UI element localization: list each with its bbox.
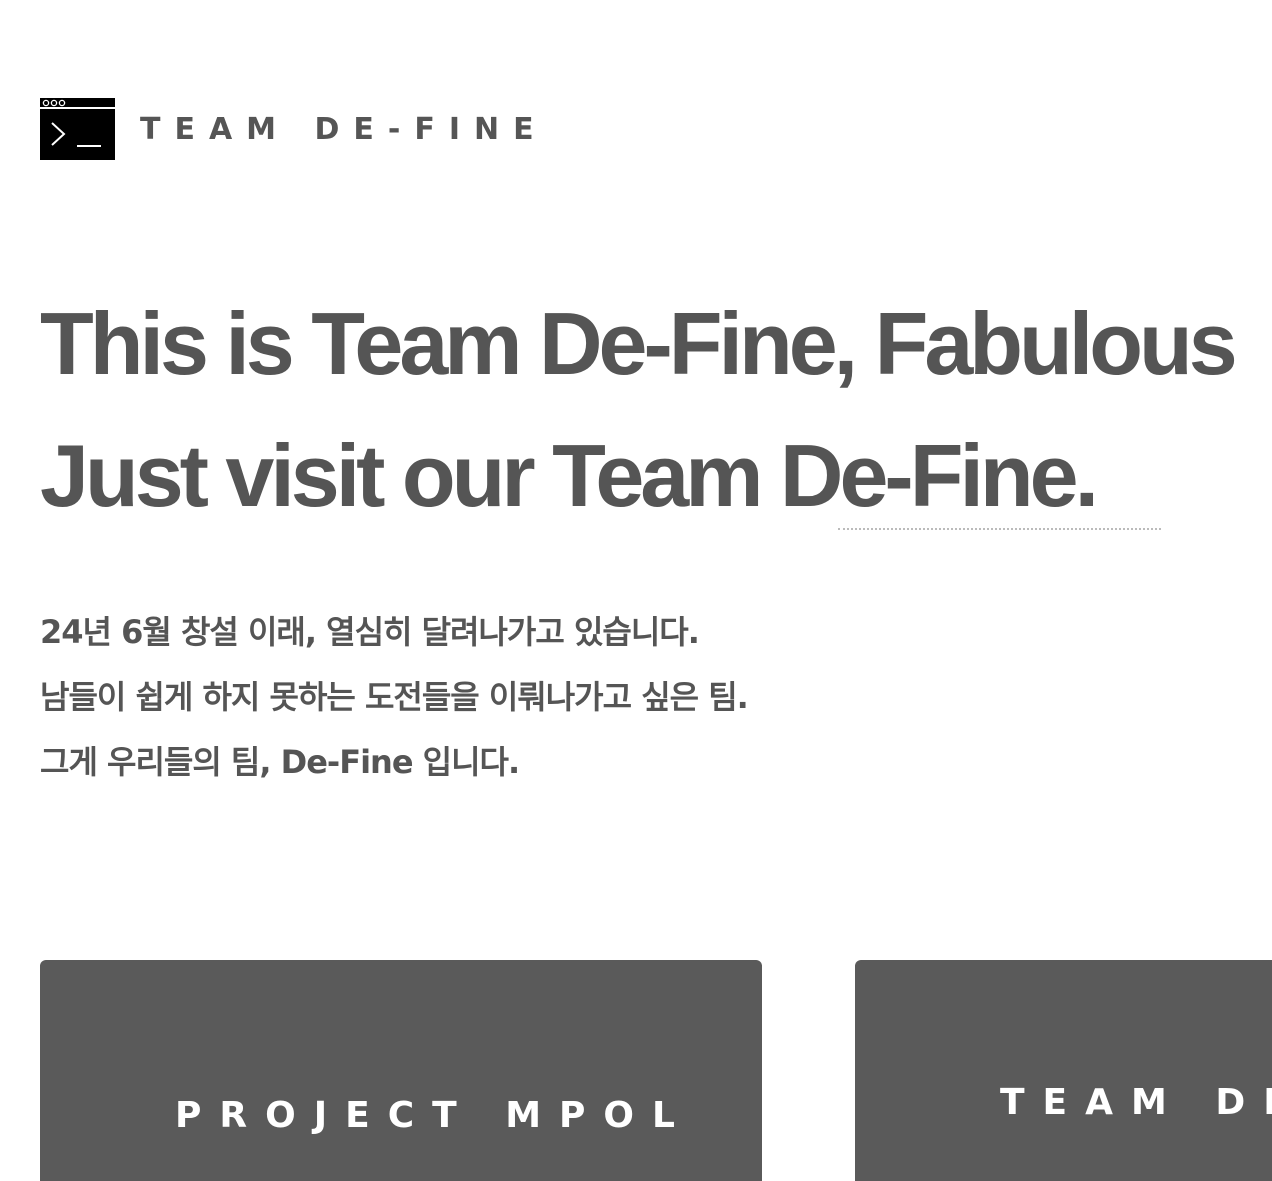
hero-heading: This is Team De-Fine, Fabulous Just visi… <box>40 278 1272 542</box>
brand-name: TEAM DE-FINE <box>140 111 548 147</box>
card-title: TEAM DE-FINE <box>1000 1082 1272 1123</box>
card-title: PROJECT MPOL <box>175 1095 693 1136</box>
intro-line-1: 24년 6월 창설 이래, 열심히 달려나가고 있습니다. <box>40 613 700 651</box>
hero-line-2: Just visit our Team De-Fine. <box>40 426 1099 525</box>
hero-dotted-underline <box>838 528 1161 530</box>
hero-line-1: This is Team De-Fine, Fabulous <box>40 294 1238 393</box>
team-intro: 24년 6월 창설 이래, 열심히 달려나가고 있습니다. 남들이 쉽게 하지 … <box>40 600 749 795</box>
terminal-icon <box>40 98 115 160</box>
team-define-card[interactable]: TEAM DE-FINE <box>855 960 1272 1181</box>
project-mpol-card[interactable]: PROJECT MPOL <box>40 960 762 1181</box>
intro-line-3: 그게 우리들의 팀, De-Fine 입니다. <box>40 743 520 781</box>
intro-line-2: 남들이 쉽게 하지 못하는 도전들을 이뤄나가고 싶은 팀. <box>40 678 749 716</box>
brand-logo[interactable]: TEAM DE-FINE <box>40 98 548 160</box>
